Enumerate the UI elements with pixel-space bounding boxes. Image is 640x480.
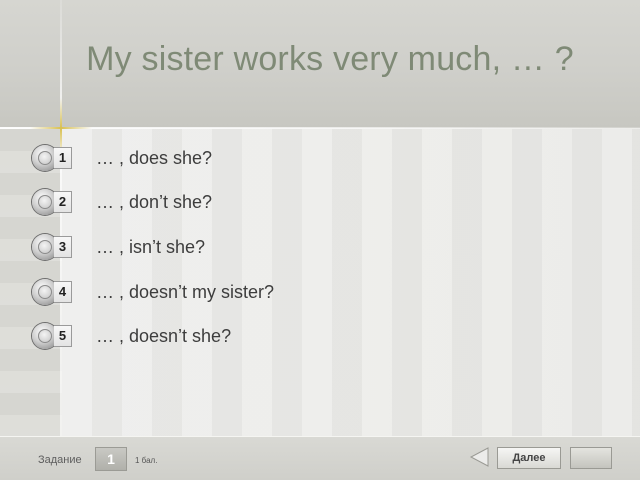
option-number: 1 <box>54 147 72 169</box>
answer-option-2[interactable]: 2 … , don’t she? <box>32 189 352 219</box>
option-number: 5 <box>54 325 72 347</box>
points-label: 1 бал. <box>135 456 158 465</box>
answer-option-3[interactable]: 3 … , isn’t she? <box>32 234 352 264</box>
option-number: 3 <box>54 236 72 258</box>
sparkle-icon-horizontal <box>30 127 92 129</box>
answer-option-4[interactable]: 4 … , doesn’t my sister? <box>32 279 352 309</box>
option-text[interactable]: … , don’t she? <box>96 189 212 215</box>
option-text[interactable]: … , does she? <box>96 145 212 171</box>
option-number: 2 <box>54 191 72 213</box>
triangle-left-icon[interactable] <box>468 446 490 468</box>
answer-option-5[interactable]: 5 … , doesn’t she? <box>32 323 352 353</box>
option-text[interactable]: … , isn’t she? <box>96 234 205 260</box>
option-number: 4 <box>54 281 72 303</box>
back-arrow-svg <box>469 447 489 467</box>
extra-button[interactable] <box>570 447 612 469</box>
answer-option-1[interactable]: 1 … , does she? <box>32 145 352 175</box>
footer-bar: Задание 1 1 бал. Далее <box>0 436 640 480</box>
option-text[interactable]: … , doesn’t she? <box>96 323 231 349</box>
horizontal-divider <box>0 127 640 129</box>
next-button[interactable]: Далее <box>497 447 561 469</box>
question-title: My sister works very much, … ? <box>86 40 574 78</box>
option-text[interactable]: … , doesn’t my sister? <box>96 279 274 305</box>
task-label: Задание <box>38 454 82 466</box>
task-number: 1 <box>95 447 127 471</box>
